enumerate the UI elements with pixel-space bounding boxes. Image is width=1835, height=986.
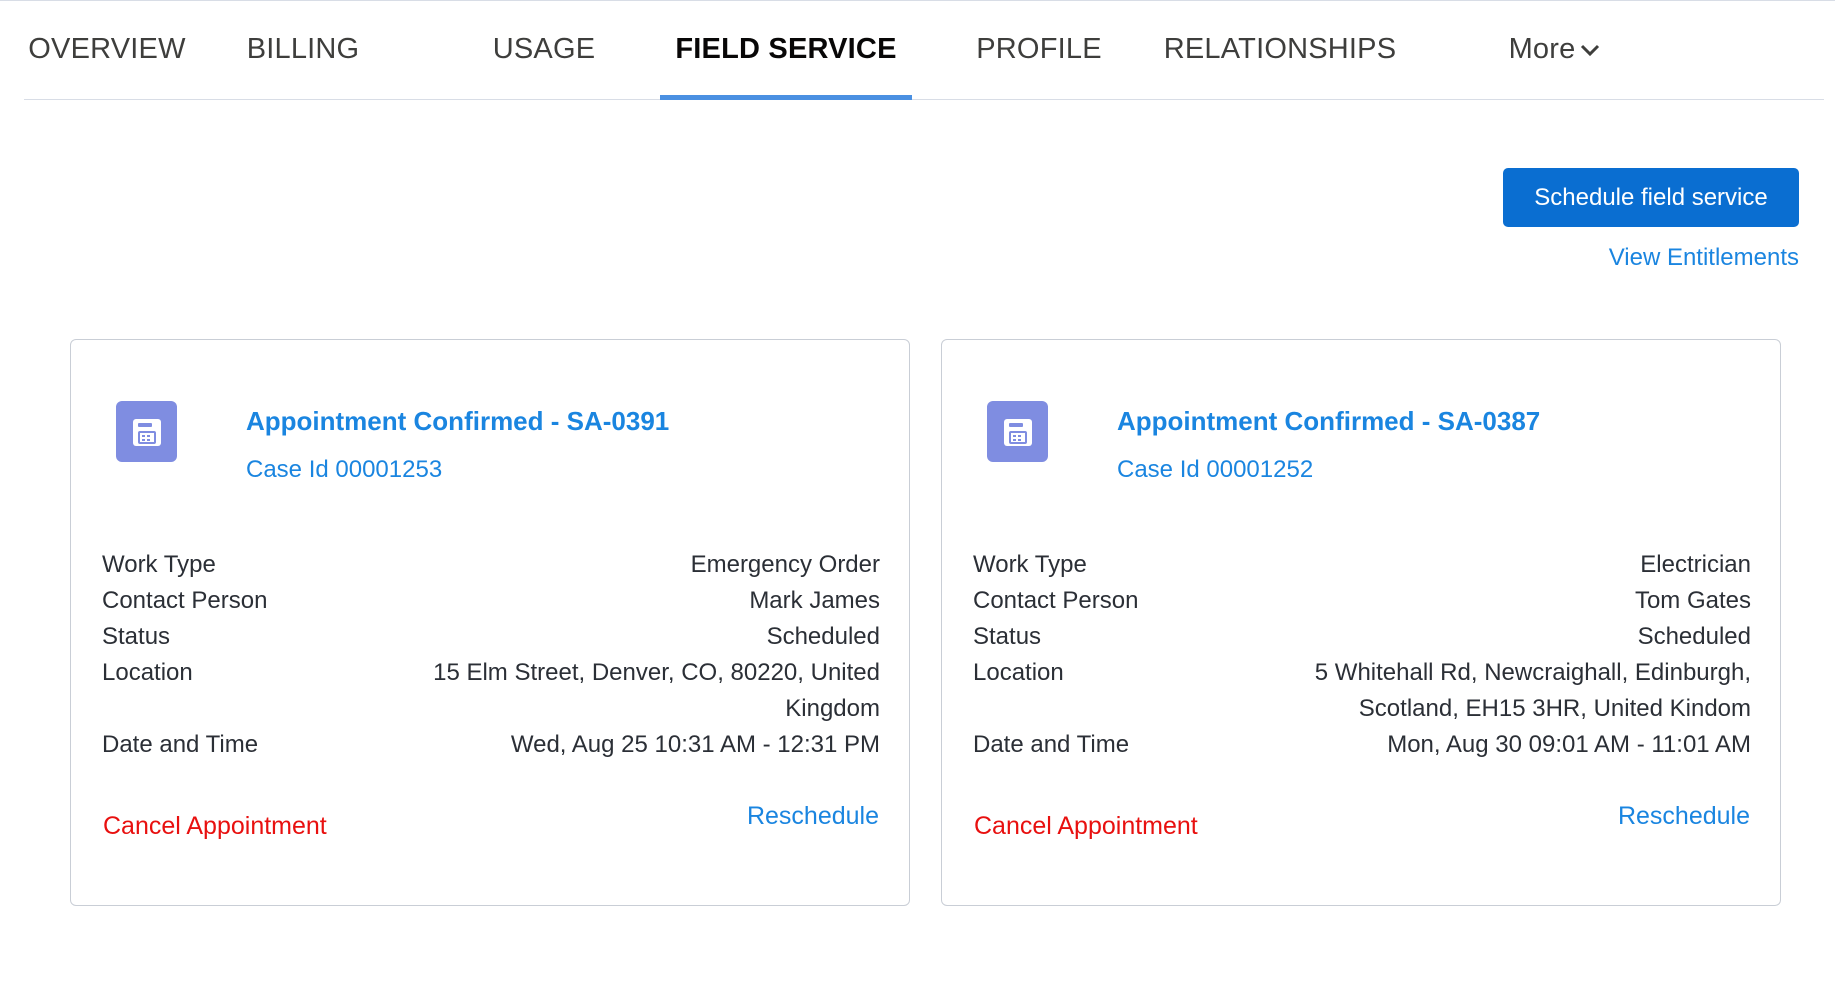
tab-bar: OVERVIEW BILLING USAGE FIELD SERVICE PRO… [24,0,1824,100]
contact-person-value: Tom Gates [1634,587,1751,614]
work-type-label: Work Type [102,551,216,578]
location-value: 15 Elm Street, Denver, CO, 80220, United… [433,659,880,722]
reschedule-button[interactable]: Reschedule [1618,802,1750,831]
date-time-value: Mon, Aug 30 09:01 AM - 11:01 AM [1387,731,1751,758]
tab-billing[interactable]: BILLING [247,0,359,99]
date-time-label: Date and Time [102,731,259,758]
appointment-title[interactable]: Appointment Confirmed - SA-0387 [1117,406,1540,437]
case-id-link[interactable]: Case Id 00001252 [1117,456,1313,484]
contact-person-value: Mark James [749,587,880,614]
tab-overview[interactable]: OVERVIEW [24,0,190,99]
cancel-appointment-button[interactable]: Cancel Appointment [974,812,1198,841]
status-value: Scheduled [1637,623,1751,650]
work-type-value: Emergency Order [690,551,880,578]
appointment-card: Appointment Confirmed - SA-0391 Case Id … [70,339,910,906]
location-value: 5 Whitehall Rd, Newcraighall, Edinburgh,… [1314,659,1751,722]
date-time-value: Wed, Aug 25 10:31 AM - 12:31 PM [510,731,880,758]
appointment-card: Appointment Confirmed - SA-0387 Case Id … [941,339,1781,906]
tab-more[interactable]: More [1504,0,1606,99]
calendar-icon [987,401,1048,462]
date-time-label: Date and Time [973,731,1130,758]
contact-person-label: Contact Person [973,587,1139,614]
location-label: Location [973,659,1064,686]
case-id-link[interactable]: Case Id 00001253 [246,456,442,484]
location-label: Location [102,659,193,686]
calendar-icon [116,401,177,462]
view-entitlements-link[interactable]: View Entitlements [1609,244,1799,272]
schedule-field-service-button[interactable]: Schedule field service [1503,168,1799,227]
cancel-appointment-button[interactable]: Cancel Appointment [103,812,327,841]
work-type-value: Electrician [1640,551,1751,578]
status-value: Scheduled [766,623,880,650]
tab-field-service[interactable]: FIELD SERVICE [660,0,912,100]
contact-person-label: Contact Person [102,587,268,614]
tab-profile[interactable]: PROFILE [976,0,1101,99]
appointment-details: Work Type Emergency Order Contact Person M… [102,547,880,763]
tab-usage[interactable]: USAGE [493,0,595,99]
appointment-details: Work Type Electrician Contact Person Tom G… [973,547,1751,763]
status-label: Status [973,623,1042,650]
chevron-down-icon [1581,44,1600,56]
more-label: More [1508,33,1576,65]
status-label: Status [102,623,171,650]
tab-relationships[interactable]: RELATIONSHIPS [1164,0,1396,99]
appointment-title[interactable]: Appointment Confirmed - SA-0391 [246,406,669,437]
work-type-label: Work Type [973,551,1087,578]
reschedule-button[interactable]: Reschedule [747,802,879,831]
